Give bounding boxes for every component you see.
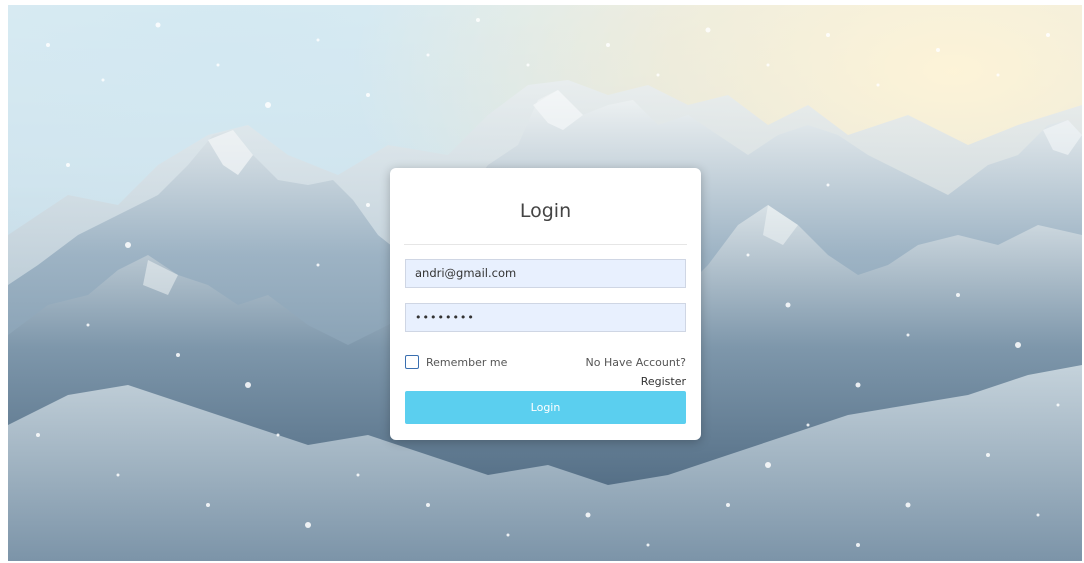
no-account-text: No Have Account? — [585, 356, 687, 369]
login-card: Login andri@gmail.com •••••••• Remember … — [390, 168, 701, 440]
email-input[interactable]: andri@gmail.com — [405, 259, 686, 288]
remember-me-checkbox[interactable] — [405, 355, 419, 369]
title-divider — [404, 244, 687, 245]
remember-me-label[interactable]: Remember me — [426, 356, 507, 369]
password-input[interactable]: •••••••• — [405, 303, 686, 332]
login-title: Login — [519, 200, 572, 222]
register-link[interactable]: Register — [641, 375, 686, 388]
login-button[interactable]: Login — [405, 391, 686, 424]
